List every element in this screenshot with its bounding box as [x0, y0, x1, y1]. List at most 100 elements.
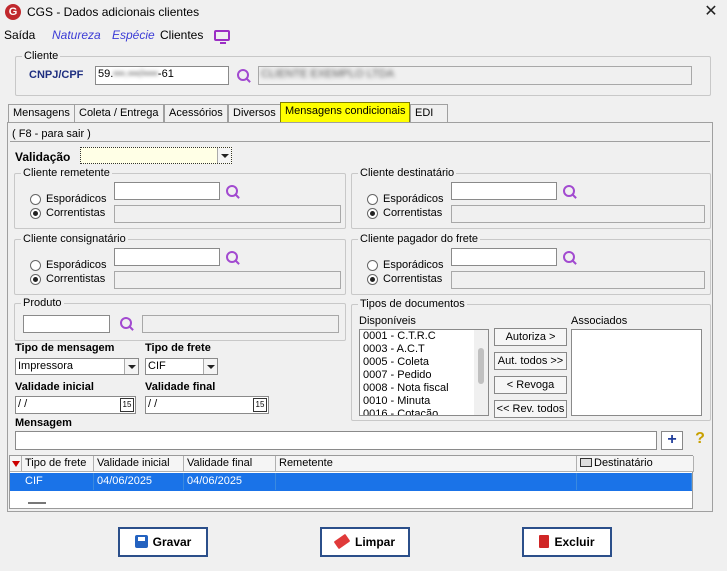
search-icon[interactable] [226, 251, 240, 265]
messages-table[interactable]: Tipo de frete Validade inicial Validade … [9, 455, 694, 509]
cnpj-prefix: 59. [98, 68, 114, 80]
list-item[interactable]: 0008 - Nota fiscal [360, 382, 488, 395]
autoriza-button[interactable]: Autoriza > [494, 328, 567, 346]
validacao-select[interactable] [80, 147, 232, 164]
destinatario-correntistas-radio[interactable] [367, 208, 378, 219]
destinatario-esporadicos-radio[interactable] [367, 194, 378, 205]
printer-icon [580, 458, 592, 467]
mensagem-label: Mensagem [15, 417, 72, 429]
list-item[interactable]: 0001 - C.T.R.C [360, 330, 488, 343]
cliente-name-masked: CLIENTE EXEMPLO LTDA [261, 68, 395, 80]
delete-button[interactable]: Excluir [522, 527, 612, 557]
trash-icon [539, 535, 550, 548]
calendar-icon[interactable]: 15 [253, 398, 267, 412]
search-icon[interactable] [226, 185, 240, 199]
mensagem-input[interactable] [15, 431, 657, 450]
pagador-correntistas-label: Correntistas [383, 273, 443, 285]
column-header[interactable]: Destinatário [577, 456, 694, 472]
pagador-esporadicos-label: Esporádicos [383, 259, 444, 271]
consignatario-esporadicos-radio[interactable] [30, 260, 41, 271]
monitor-icon[interactable] [214, 30, 230, 44]
validacao-label: Validação [15, 150, 71, 164]
table-cell: CIF [22, 473, 94, 490]
column-header[interactable]: Validade final [184, 456, 276, 472]
chevron-down-icon[interactable] [217, 148, 231, 163]
scrollbar-thumb[interactable] [478, 348, 484, 384]
destinatario-code-input[interactable] [451, 182, 557, 200]
tipo-frete-select[interactable]: CIF [145, 358, 218, 375]
pagador-correntistas-radio[interactable] [367, 274, 378, 285]
search-icon[interactable] [563, 251, 577, 265]
consignatario-esporadicos-label: Esporádicos [46, 259, 107, 271]
sort-indicator [10, 456, 22, 472]
list-item[interactable]: 0007 - Pedido [360, 369, 488, 382]
tipo-mensagem-label: Tipo de mensagem [15, 342, 115, 354]
list-item[interactable]: 0003 - A.C.T [360, 343, 488, 356]
column-header[interactable]: Remetente [276, 456, 577, 472]
consignatario-correntistas-radio[interactable] [30, 274, 41, 285]
associados-label: Associados [571, 315, 628, 327]
cnpj-input[interactable]: 59.•••.•••/••••-61 [95, 66, 229, 85]
tipo-mensagem-select[interactable]: Impressora [15, 358, 139, 375]
menu-saida[interactable]: Saída [4, 28, 35, 42]
tipo-frete-label: Tipo de frete [145, 342, 211, 354]
cnpj-masked: •••.•••/•••• [113, 68, 158, 80]
list-item[interactable]: 0016 - Cotação [360, 408, 488, 415]
disponiveis-label: Disponíveis [359, 315, 416, 327]
produto-code-input[interactable] [23, 315, 110, 333]
menu-natureza[interactable]: Natureza [52, 28, 101, 42]
produto-legend: Produto [23, 297, 62, 309]
tab-coleta-entrega[interactable]: Coleta / Entrega [74, 104, 164, 123]
remetente-esporadicos-radio[interactable] [30, 194, 41, 205]
disponiveis-list[interactable]: 0001 - C.T.R.C 0003 - A.C.T 0005 - Colet… [359, 329, 489, 416]
chevron-down-icon[interactable] [124, 359, 138, 374]
clear-label: Limpar [354, 535, 395, 549]
add-icon[interactable]: + [661, 431, 683, 450]
save-button[interactable]: Gravar [118, 527, 208, 557]
validade-final-input[interactable]: / / 15 [145, 396, 269, 414]
remetente-correntistas-radio[interactable] [30, 208, 41, 219]
validade-inicial-input[interactable]: / / 15 [15, 396, 136, 414]
chevron-down-icon[interactable] [203, 359, 217, 374]
search-icon[interactable] [563, 185, 577, 199]
consignatario-code-input[interactable] [114, 248, 220, 266]
calendar-icon[interactable]: 15 [120, 398, 134, 412]
clear-button[interactable]: Limpar [320, 527, 410, 557]
pagador-legend: Cliente pagador do frete [360, 233, 479, 245]
consignatario-name-field [114, 271, 341, 289]
close-icon[interactable]: ✕ [700, 2, 722, 24]
destinatario-esporadicos-label: Esporádicos [383, 193, 444, 205]
destinatario-correntistas-label: Correntistas [383, 207, 443, 219]
tab-mensagens-condicionais[interactable]: Mensagens condicionais [280, 102, 411, 123]
associados-list[interactable] [571, 329, 702, 416]
tab-acessorios[interactable]: Acessórios [164, 104, 228, 123]
aut-todos-button[interactable]: Aut. todos >> [494, 352, 567, 370]
help-icon[interactable]: ? [692, 430, 708, 450]
delete-label: Excluir [554, 535, 595, 549]
search-icon[interactable] [237, 69, 251, 83]
tab-diversos[interactable]: Diversos [228, 104, 281, 123]
column-header[interactable]: Tipo de frete [22, 456, 94, 472]
rev-todos-button[interactable]: << Rev. todos [494, 400, 567, 418]
remetente-legend: Cliente remetente [23, 167, 110, 179]
cnpj-label: CNPJ/CPF [29, 69, 84, 81]
list-item[interactable]: 0005 - Coleta [360, 356, 488, 369]
destinatario-name-field [451, 205, 705, 223]
scrollbar[interactable] [474, 330, 488, 415]
column-header[interactable]: Validade inicial [94, 456, 184, 472]
revoga-button[interactable]: < Revoga [494, 376, 567, 394]
menu-especie[interactable]: Espécie [112, 28, 155, 42]
menu-clientes[interactable]: Clientes [160, 28, 203, 42]
list-item[interactable]: 0010 - Minuta [360, 395, 488, 408]
remetente-esporadicos-label: Esporádicos [46, 193, 107, 205]
pagador-esporadicos-radio[interactable] [367, 260, 378, 271]
search-icon[interactable] [120, 317, 134, 331]
pagador-code-input[interactable] [451, 248, 557, 266]
remetente-code-input[interactable] [114, 182, 220, 200]
window-title: CGS - Dados adicionais clientes [27, 5, 200, 19]
remetente-name-field [114, 205, 341, 223]
tab-edi[interactable]: EDI [410, 104, 448, 123]
horizontal-scrollbar[interactable] [28, 502, 46, 504]
tipos-documentos-legend: Tipos de documentos [360, 298, 465, 310]
tab-mensagens[interactable]: Mensagens [8, 104, 75, 123]
